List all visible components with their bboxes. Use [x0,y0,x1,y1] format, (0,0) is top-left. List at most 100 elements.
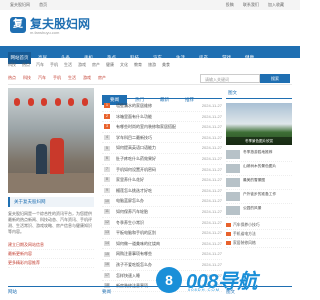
thumbnail[interactable] [226,206,240,215]
site-description: 复夫股妇网是一个综合性的资讯平台，为您提供最新的热点新闻、科技动态、汽车资讯、手… [8,211,92,234]
news-tabs: 要闻 热门 最新 推荐 [102,88,222,105]
news-title[interactable]: 平板电脑和手机的区别 [116,228,156,238]
right-item-title[interactable]: 户外徒步的准备工作 [243,192,291,197]
news-title[interactable]: 有哪些时尚的室内装修和家居搭配 [116,122,176,132]
person-figure [36,144,47,174]
logo-icon[interactable]: 复 [10,17,26,33]
news-date: 2024-11-27 [201,240,222,246]
right-featured-photo[interactable]: 冬季景色图片欣赏 [226,103,292,145]
news-list: 1 墙壁漏水的家居维修 2024-11-27 2 冰箱里面有什么功能 2024-11-27… [102,101,222,292]
topbar-link-favorite[interactable]: 加入收藏 [268,2,284,7]
news-title[interactable]: 家里养什么花好 [116,175,144,185]
subnav-item[interactable]: 美食 [162,62,170,67]
tag-link[interactable]: 房产 [98,75,106,80]
news-row[interactable]: 2 冰箱里面有什么功能 2024-11-27 [102,112,222,123]
search-button[interactable]: 搜索 [260,74,290,83]
news-title[interactable]: 冬季养生小常识 [116,218,144,228]
subnav-item[interactable]: 游戏 [78,62,86,67]
thumbnail[interactable] [226,164,240,173]
subnav-item[interactable]: 文化 [120,62,128,67]
news-row[interactable]: 6 肚子疼吃什么药效果好 2024-11-27 [102,154,222,165]
news-row[interactable]: 5 如何提高英语口语能力 2024-11-27 [102,143,222,154]
news-title[interactable]: 怎样快速入睡 [116,271,140,281]
news-row[interactable]: 13 平板电脑和手机的区别 2024-11-27 [102,228,222,239]
tag-link[interactable]: 游戏 [83,75,91,80]
news-row[interactable]: 10 电脑蓝屏怎么办 2024-11-27 [102,196,222,207]
right-item-title[interactable]: 冬季旅游胜地推荐 [243,150,291,155]
right-list-item[interactable]: 公园的风景 [226,204,292,218]
news-title[interactable]: 孩子不爱吃饭怎么办 [116,260,152,270]
news-title[interactable]: 墙壁漏水的家居维修 [116,101,152,111]
news-row[interactable]: 15 网购注意事项有哪些 2024-11-27 [102,249,222,260]
news-title[interactable]: 榴莲怎么挑选才好吃 [116,186,152,196]
topbar-link-contact[interactable]: 联系我们 [243,2,259,7]
rank-badge: 10 [104,198,110,204]
topbar-link-submit[interactable]: 投稿 [226,2,234,7]
bullet-icon [226,232,231,236]
news-row[interactable]: 12 冬季养生小常识 2024-11-27 [102,218,222,229]
news-title[interactable]: 冰箱里面有什么功能 [116,112,152,122]
news-row[interactable]: 4 学车科目二最新技巧 2024-11-27 [102,133,222,144]
news-title[interactable]: 学车科目二最新技巧 [116,133,152,143]
news-row[interactable]: 7 手机如何设置开机密码 2024-11-27 [102,165,222,176]
divider [8,84,292,85]
right-item-title[interactable]: 公园的风景 [243,206,291,211]
subnav-item[interactable]: 房产 [92,62,100,67]
right-item-title[interactable]: 山坡树木的景色图片 [243,164,291,169]
news-row[interactable]: 14 如何做一道美味的红烧肉 2024-11-27 [102,239,222,250]
tag-link[interactable]: 科技 [23,75,31,80]
subnav-item[interactable]: 手机 [50,62,58,67]
news-row[interactable]: 8 家里养什么花好 2024-11-27 [102,175,222,186]
news-row[interactable]: 11 如何保养汽车轮胎 2024-11-27 [102,207,222,218]
right-list-item[interactable]: 山坡树木的景色图片 [226,162,292,176]
thumbnail[interactable] [226,150,240,159]
left-link[interactable]: 建立日期及网站信息 [8,241,94,250]
subnav-item[interactable]: 旅游 [148,62,156,67]
right-item-title[interactable]: 最美的雪景图 [243,178,291,183]
featured-photo[interactable] [8,88,94,193]
subnav-item[interactable]: 科技 [8,62,16,67]
rank-badge: 6 [104,156,110,162]
subnav-item[interactable]: 生活 [64,62,72,67]
news-row[interactable]: 1 墙壁漏水的家居维修 2024-11-27 [102,101,222,112]
right-list-item[interactable]: 最美的雪景图 [226,176,292,190]
left-link[interactable]: 最新更新内容 [8,250,94,259]
main-nav: 网站首页 高尿 头条 手机 热点 科技 汽车 生活 房产 游戏 健康 [0,46,300,64]
news-row[interactable]: 3 有哪些时尚的室内装修和家居搭配 2024-11-27 [102,122,222,133]
right-small-item[interactable]: 手机省电方法 [226,230,292,239]
subnav-item[interactable]: 教育 [134,62,142,67]
photo-caption[interactable]: 冬季景色图片欣赏 [226,137,292,145]
thumbnail[interactable] [226,192,240,201]
news-title[interactable]: 如何做一道美味的红烧肉 [116,239,160,249]
right-small-item[interactable]: 汽车保养小技巧 [226,221,292,230]
news-date: 2024-11-27 [201,145,222,151]
news-title[interactable]: 如何保养汽车轮胎 [116,207,148,217]
left-card-title: 关于复夫股妇网 [8,197,94,207]
search-input[interactable]: 请输入关键词 [200,74,260,83]
news-row[interactable]: 9 榴莲怎么挑选才好吃 2024-11-27 [102,186,222,197]
news-title[interactable]: 手机如何设置开机密码 [116,165,156,175]
thumbnail[interactable] [226,178,240,187]
right-small-item[interactable]: 家居装修风格 [226,239,292,248]
right-list-item[interactable]: 冬季旅游胜地推荐 [226,148,292,162]
tag-link[interactable]: 汽车 [38,75,46,80]
rank-badge: 17 [104,272,110,278]
subnav-item[interactable]: 健康 [106,62,114,67]
news-title[interactable]: 如何提高英语口语能力 [116,143,156,153]
right-list-item[interactable]: 户外徒步的准备工作 [226,190,292,204]
right-column: 图文 冬季景色图片欣赏 冬季旅游胜地推荐 山坡树木的景色图片 最美的雪景图 户外徒步的… [226,88,292,248]
news-title[interactable]: 网购注意事项有哪些 [116,249,152,259]
news-date: 2024-11-27 [201,124,222,130]
tag-link[interactable]: 热点 [8,75,16,80]
left-link[interactable]: 更多精彩内容推荐 [8,259,94,268]
news-title[interactable]: 肚子疼吃什么药效果好 [116,154,156,164]
subnav-item[interactable]: 汽车 [36,62,44,67]
subnav-item[interactable]: 热点 [22,62,30,67]
topbar-link-site[interactable]: 复夫股妇网 [10,2,30,7]
tag-link[interactable]: 手机 [53,75,61,80]
tag-link[interactable]: 生活 [68,75,76,80]
topbar-link-home[interactable]: 首页 [39,2,47,7]
bullet-icon [226,223,231,227]
news-title[interactable]: 电脑蓝屏怎么办 [116,196,144,206]
rank-badge: 13 [104,230,110,236]
